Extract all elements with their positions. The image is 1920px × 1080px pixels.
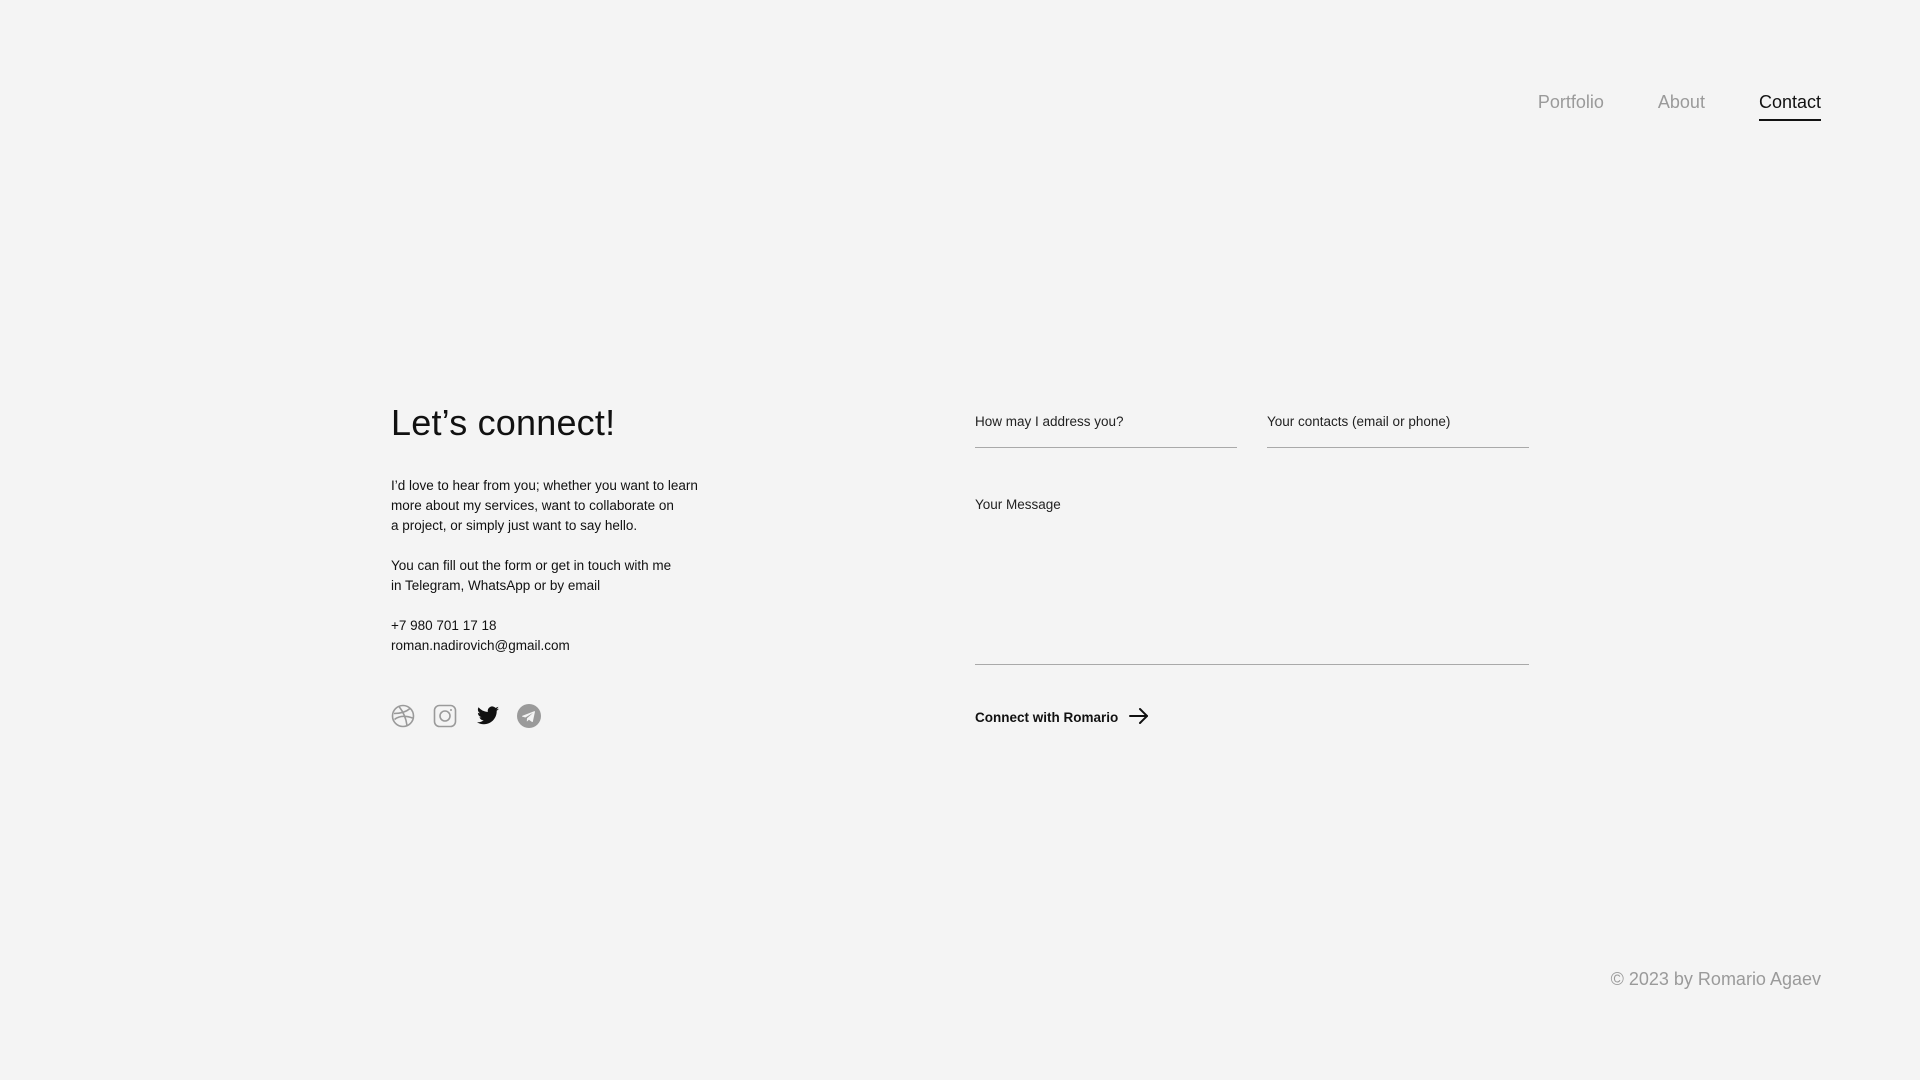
intro-paragraph: I’d love to hear from you; whether you w… bbox=[391, 476, 811, 536]
top-nav: Portfolio About Contact bbox=[1538, 92, 1821, 121]
page-title: Let’s connect! bbox=[391, 402, 616, 443]
contact-line: You can fill out the form or get in touc… bbox=[391, 558, 672, 573]
contact-details: +7 980 701 17 18 roman.nadirovich@gmail.… bbox=[391, 616, 811, 656]
name-field-wrapper bbox=[975, 410, 1237, 448]
contact-line: in Telegram, WhatsApp or by email bbox=[391, 578, 601, 593]
contact-paragraph: You can fill out the form or get in touc… bbox=[391, 556, 811, 596]
intro-line: more about my services, want to collabor… bbox=[391, 498, 674, 513]
connect-button-label: Connect with Romario bbox=[975, 710, 1119, 725]
arrow-right-icon bbox=[1128, 707, 1150, 728]
intro-line: a project, or simply just want to say he… bbox=[391, 518, 638, 533]
email-address: roman.nadirovich@gmail.com bbox=[391, 638, 570, 653]
intro-line: I’d love to hear from you; whether you w… bbox=[391, 478, 698, 493]
message-field-wrapper bbox=[975, 493, 1529, 665]
footer-copyright: © 2023 by Romario Agaev bbox=[1610, 969, 1821, 989]
contacts-input[interactable] bbox=[1267, 410, 1529, 429]
phone-number: +7 980 701 17 18 bbox=[391, 618, 497, 633]
page: Portfolio About Contact Let’s connect! I… bbox=[0, 0, 1920, 1080]
nav-about[interactable]: About bbox=[1658, 92, 1705, 121]
form-row bbox=[975, 410, 1529, 448]
telegram-icon[interactable] bbox=[517, 704, 541, 728]
dribbble-icon[interactable] bbox=[391, 704, 415, 728]
contacts-field-wrapper bbox=[1267, 410, 1529, 448]
social-links bbox=[391, 704, 811, 728]
instagram-icon[interactable] bbox=[433, 704, 457, 728]
contact-form: Connect with Romario bbox=[975, 410, 1529, 728]
twitter-icon[interactable] bbox=[475, 704, 499, 728]
intro-section: Let’s connect! I’d love to hear from you… bbox=[391, 400, 811, 728]
nav-contact[interactable]: Contact bbox=[1758, 92, 1821, 121]
message-textarea[interactable] bbox=[975, 493, 1529, 657]
nav-portfolio[interactable]: Portfolio bbox=[1538, 92, 1604, 121]
name-input[interactable] bbox=[975, 410, 1237, 429]
connect-button[interactable]: Connect with Romario bbox=[975, 707, 1150, 728]
